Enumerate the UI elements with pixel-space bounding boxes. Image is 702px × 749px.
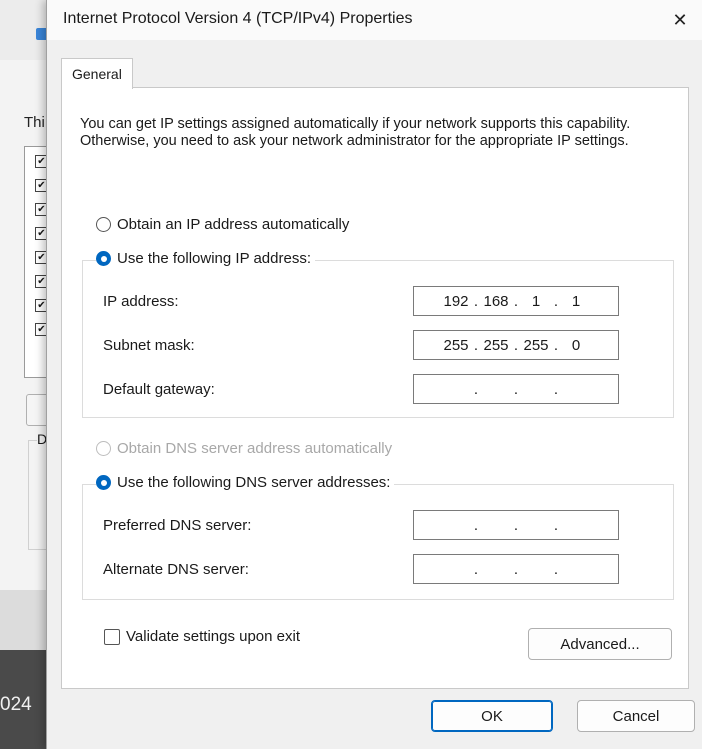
octet-separator: . xyxy=(553,516,559,534)
octet: 255 xyxy=(443,336,469,354)
obtain-dns-auto-label: Obtain DNS server address automatically xyxy=(117,440,393,457)
obtain-dns-auto-radio: Obtain DNS server address automatically xyxy=(96,440,397,457)
clock-fragment: 024 xyxy=(0,694,32,715)
alternate-dns-label: Alternate DNS server: xyxy=(103,561,249,578)
obtain-ip-auto-label: Obtain an IP address automatically xyxy=(117,216,350,233)
octet-separator: . xyxy=(553,380,559,398)
octet-separator: . xyxy=(473,292,479,310)
close-icon: ✕ xyxy=(672,9,688,30)
default-gateway-label: Default gateway: xyxy=(103,381,215,398)
checkbox-unchecked-icon xyxy=(104,628,120,645)
background-text-fragment: Thi xyxy=(24,114,45,131)
description-text: You can get IP settings assigned automat… xyxy=(80,116,631,149)
radio-unselected-icon xyxy=(96,217,111,232)
obtain-ip-auto-radio[interactable]: Obtain an IP address automatically xyxy=(96,216,354,233)
dialog-title: Internet Protocol Version 4 (TCP/IPv4) P… xyxy=(63,10,413,27)
octet: 192 xyxy=(443,292,469,310)
octet-separator: . xyxy=(553,560,559,578)
octet: 1 xyxy=(531,292,541,310)
use-following-dns-label: Use the following DNS server addresses: xyxy=(117,474,391,491)
octet: 255 xyxy=(483,336,509,354)
octet-separator: . xyxy=(473,516,479,534)
ok-button[interactable]: OK xyxy=(431,700,553,732)
alternate-dns-input[interactable]: . . . xyxy=(413,554,619,584)
tab-general[interactable]: General xyxy=(61,58,133,89)
preferred-dns-input[interactable]: . . . xyxy=(413,510,619,540)
ip-address-input[interactable]: 192. 168. 1. 1 xyxy=(413,286,619,316)
octet-separator: . xyxy=(513,516,519,534)
octet-separator: . xyxy=(473,336,479,354)
octet-separator: . xyxy=(513,380,519,398)
close-button[interactable]: ✕ xyxy=(657,0,702,40)
radio-disabled-icon xyxy=(96,441,111,456)
radio-selected-icon xyxy=(96,475,111,490)
advanced-button[interactable]: Advanced... xyxy=(528,628,672,660)
octet-separator: . xyxy=(513,336,519,354)
subnet-mask-input[interactable]: 255. 255. 255. 0 xyxy=(413,330,619,360)
octet-separator: . xyxy=(513,560,519,578)
use-following-dns-radio[interactable]: Use the following DNS server addresses: xyxy=(96,474,395,491)
use-following-ip-radio[interactable]: Use the following IP address: xyxy=(96,250,315,267)
preferred-dns-label: Preferred DNS server: xyxy=(103,517,252,534)
general-tab-panel: You can get IP settings assigned automat… xyxy=(61,87,689,689)
cancel-button[interactable]: Cancel xyxy=(577,700,695,732)
validate-settings-label: Validate settings upon exit xyxy=(126,628,301,645)
octet-separator: . xyxy=(553,336,559,354)
octet-separator: . xyxy=(473,380,479,398)
octet: 168 xyxy=(483,292,509,310)
subnet-mask-label: Subnet mask: xyxy=(103,337,195,354)
octet: 1 xyxy=(571,292,581,310)
title-bar: Internet Protocol Version 4 (TCP/IPv4) P… xyxy=(47,0,702,40)
validate-settings-checkbox[interactable]: Validate settings upon exit xyxy=(104,628,300,645)
ip-address-label: IP address: xyxy=(103,293,179,310)
octet: 0 xyxy=(571,336,581,354)
ip-address-group: IP address: 192. 168. 1. 1 Subnet mask: … xyxy=(82,260,674,418)
octet-separator: . xyxy=(473,560,479,578)
octet-separator: . xyxy=(513,292,519,310)
dns-server-group: Preferred DNS server: . . . Alternate DN… xyxy=(82,484,674,600)
ipv4-properties-dialog: Internet Protocol Version 4 (TCP/IPv4) P… xyxy=(46,0,702,749)
use-following-ip-label: Use the following IP address: xyxy=(117,250,311,267)
default-gateway-input[interactable]: . . . xyxy=(413,374,619,404)
octet-separator: . xyxy=(553,292,559,310)
octet: 255 xyxy=(523,336,549,354)
radio-selected-icon xyxy=(96,251,111,266)
